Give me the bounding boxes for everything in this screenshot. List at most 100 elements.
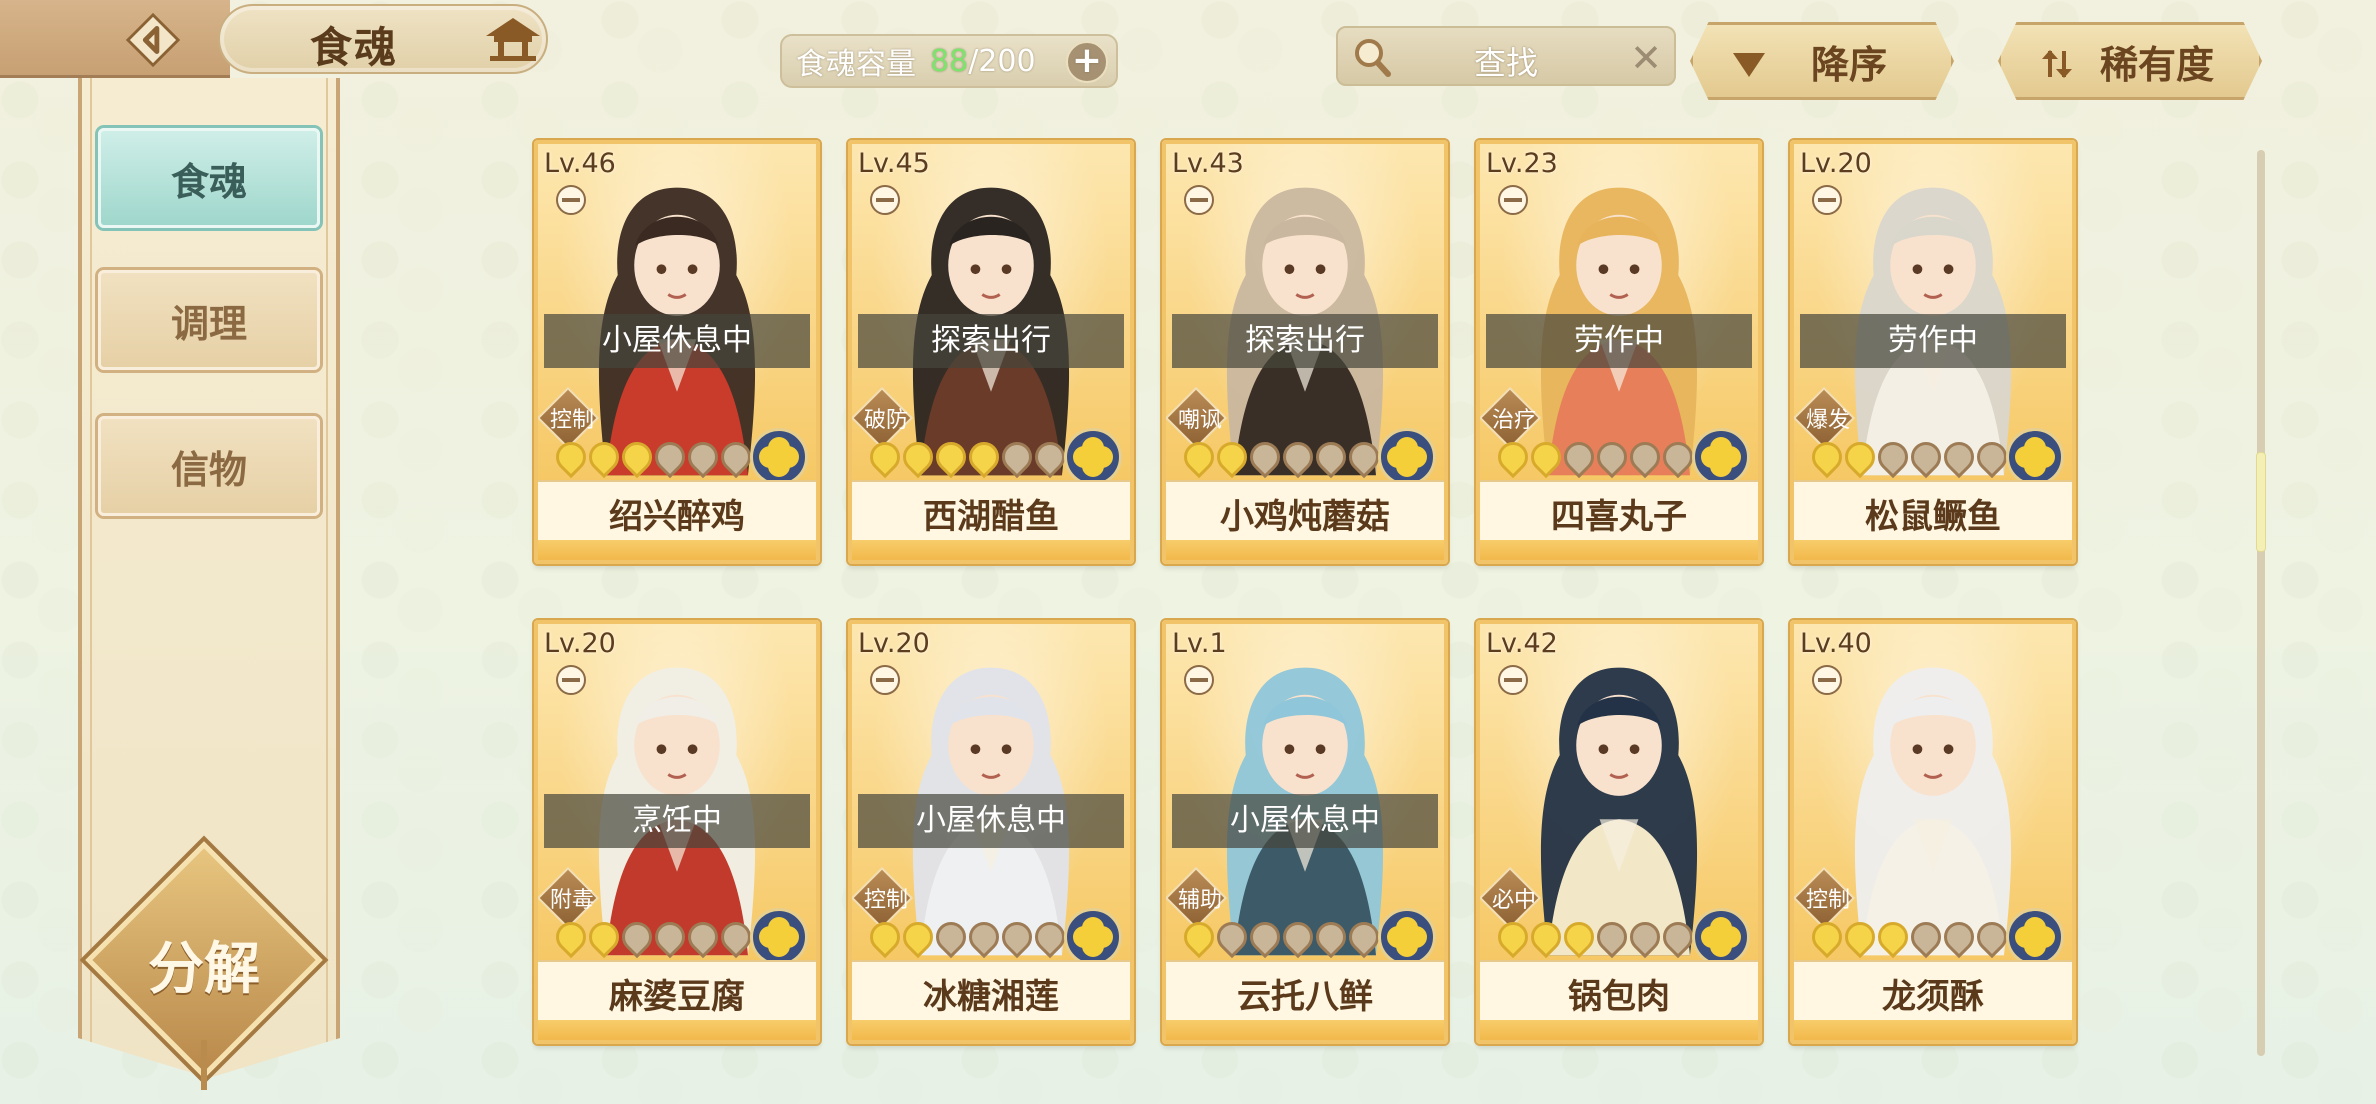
rarity-row: [1491, 435, 1700, 479]
card-level: Lv.20: [858, 628, 930, 659]
rarity-flame-icon: [1524, 435, 1568, 479]
card-name: 冰糖湘莲: [852, 960, 1130, 1024]
rarity-flame-icon: [1210, 435, 1254, 479]
rarity-flame-icon: [1623, 435, 1667, 479]
role-label: 控制: [1805, 888, 1850, 913]
character-portrait: Lv.1 小屋休息中 辅助: [1166, 624, 1444, 966]
rarity-row: [863, 915, 1072, 959]
status-banner: 探索出行: [858, 314, 1124, 368]
food-soul-card[interactable]: Lv.23 劳作中 治疗 四喜丸子: [1476, 140, 1762, 564]
role-label: 控制: [549, 408, 594, 433]
clear-search-icon[interactable]: ✕: [1630, 36, 1662, 80]
rarity-flame-icon: [648, 435, 692, 479]
rarity-flame-icon: [1937, 915, 1981, 959]
lock-toggle-icon[interactable]: [1808, 664, 1846, 696]
tab-tokens-label: 信物: [170, 447, 247, 492]
rarity-flame-icon: [1210, 915, 1254, 959]
lock-toggle-icon[interactable]: [1180, 664, 1218, 696]
lock-toggle-icon[interactable]: [866, 184, 904, 216]
element-flower-icon: [1692, 908, 1750, 966]
scrollbar-track[interactable]: [2257, 150, 2265, 1056]
scrollbar-thumb[interactable]: [2256, 452, 2266, 552]
food-soul-card[interactable]: Lv.20 小屋休息中控制冰糖湘莲: [848, 620, 1134, 1044]
card-footer: [1480, 1020, 1758, 1040]
capacity-current: 88: [930, 43, 969, 79]
back-button[interactable]: [118, 8, 188, 72]
rarity-flame-icon: [1243, 915, 1287, 959]
tab-conditioning[interactable]: 调理: [98, 270, 320, 370]
card-name: 龙须酥: [1794, 960, 2072, 1024]
element-flower-icon: [2006, 908, 2064, 966]
lock-toggle-icon[interactable]: [1494, 664, 1532, 696]
rarity-flame-icon: [615, 915, 659, 959]
card-level: Lv.1: [1172, 628, 1227, 659]
character-portrait: Lv.40 控制: [1794, 624, 2072, 966]
search-input[interactable]: 查找 ✕: [1336, 26, 1676, 86]
food-soul-card[interactable]: Lv.46 小屋休息中 控制 绍兴醉鸡: [534, 140, 820, 564]
lock-toggle-icon[interactable]: [866, 664, 904, 696]
card-level: Lv.20: [544, 628, 616, 659]
role-badge: 控制: [1794, 866, 1856, 930]
card-footer: [1480, 540, 1758, 560]
character-portrait: Lv.43 探索出行 嘲讽: [1166, 144, 1444, 486]
rarity-flame-icon: [863, 435, 907, 479]
status-banner: 劳作中: [1800, 314, 2066, 368]
food-soul-card[interactable]: Lv.45 探索出行 破防 西湖醋鱼: [848, 140, 1134, 564]
rarity-flame-icon: [1838, 435, 1882, 479]
rarity-flame-icon: [1177, 915, 1221, 959]
food-soul-card[interactable]: Lv.1 小屋休息中 辅助 云托八鲜: [1162, 620, 1448, 1044]
pavilion-icon[interactable]: [478, 14, 548, 64]
status-banner: 小屋休息中: [858, 794, 1124, 848]
rarity-row: [549, 435, 758, 479]
capacity-separator: /: [968, 43, 979, 79]
expand-capacity-button[interactable]: +: [1066, 41, 1108, 83]
role-label: 附毒: [549, 888, 594, 913]
rarity-row: [1177, 435, 1386, 479]
element-flower-icon: [1692, 428, 1750, 486]
rarity-flame-icon: [1524, 915, 1568, 959]
rarity-flame-icon: [681, 435, 725, 479]
lock-toggle-icon[interactable]: [1808, 184, 1846, 216]
element-flower-icon: [1064, 908, 1122, 966]
sort-descending-button[interactable]: 降序: [1690, 22, 1954, 100]
role-label: 控制: [863, 888, 908, 913]
card-name: 西湖醋鱼: [852, 480, 1130, 544]
food-soul-card[interactable]: Lv.40 控制 龙须酥: [1790, 620, 2076, 1044]
element-flower-icon: [1064, 428, 1122, 486]
lock-toggle-icon[interactable]: [552, 664, 590, 696]
card-footer: [1166, 1020, 1444, 1040]
card-name: 松鼠鳜鱼: [1794, 480, 2072, 544]
rarity-flame-icon: [1557, 915, 1601, 959]
search-placeholder: 查找: [1473, 44, 1538, 82]
sort-rarity-button[interactable]: 稀有度: [1998, 22, 2262, 100]
food-soul-card[interactable]: Lv.20 烹饪中 附毒 麻婆豆腐: [534, 620, 820, 1044]
rarity-flame-icon: [648, 915, 692, 959]
food-soul-card[interactable]: Lv.43 探索出行 嘲讽 小鸡炖蘑菇: [1162, 140, 1448, 564]
rarity-flame-icon: [1623, 915, 1667, 959]
decompose-label: 分解: [148, 937, 260, 1002]
food-soul-card[interactable]: Lv.42 必中 锅包肉: [1476, 620, 1762, 1044]
role-label: 嘲讽: [1177, 408, 1222, 433]
rarity-flame-icon: [582, 915, 626, 959]
food-soul-card[interactable]: Lv.20 劳作中 爆发 松鼠鳜鱼: [1790, 140, 2076, 564]
lock-toggle-icon[interactable]: [1494, 184, 1532, 216]
lock-toggle-icon[interactable]: [552, 184, 590, 216]
back-arrow-icon: [125, 12, 181, 68]
rarity-flame-icon: [1243, 435, 1287, 479]
role-label: 辅助: [1177, 888, 1222, 913]
role-label: 必中: [1491, 888, 1536, 913]
rarity-flame-icon: [1937, 435, 1981, 479]
rarity-flame-icon: [1871, 435, 1915, 479]
element-flower-icon: [1378, 908, 1436, 966]
lock-toggle-icon[interactable]: [1180, 184, 1218, 216]
rarity-flame-icon: [1871, 915, 1915, 959]
tab-tokens[interactable]: 信物: [98, 416, 320, 516]
sort-rarity-label: 稀有度: [2099, 42, 2214, 87]
card-footer: [852, 1020, 1130, 1040]
character-portrait: Lv.20 烹饪中 附毒: [538, 624, 816, 966]
tab-food-souls[interactable]: 食魂: [98, 128, 320, 228]
card-name: 麻婆豆腐: [538, 960, 816, 1024]
capacity-display: 食魂容量 88/200 +: [780, 34, 1118, 88]
card-level: Lv.45: [858, 148, 930, 179]
rarity-flame-icon: [681, 915, 725, 959]
